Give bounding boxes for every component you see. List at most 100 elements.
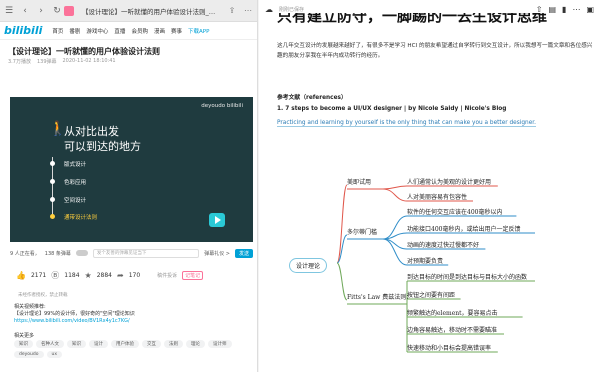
tag[interactable]: ux	[46, 351, 63, 358]
mindmap-connector	[382, 185, 408, 190]
mindmap-leaf[interactable]: 对预期要负责	[407, 256, 443, 265]
nav-item-esports[interactable]: 赛事	[171, 27, 182, 35]
browser-window: ☰ ‹ › ↻ 【设计理论】一听就懂的用户体验设计法则_哔哩哔哩 (... ⇪ …	[0, 0, 258, 372]
report-link[interactable]: 稿件投诉	[157, 272, 177, 279]
tag[interactable]: deyoudo	[14, 351, 44, 358]
desc-line: 【设计理论】99%的设计师，很好奇的"空间"理论知识	[14, 311, 135, 317]
notes-window: 只有建立防守，一脚踢的一去生设计思维 ☁ 刚刚已保存 ⇧ ▤ ▮ ⋯ ▣ 这几年…	[259, 0, 600, 372]
save-status: 刚刚已保存	[279, 6, 305, 13]
step-dot	[50, 197, 55, 202]
player-brand: deyoudo bilibili	[201, 103, 243, 109]
back-icon[interactable]: ‹	[20, 6, 30, 16]
tag[interactable]: 设计师	[208, 340, 232, 348]
site-logo[interactable]: bilibili	[4, 24, 42, 37]
bilibili-tv-icon	[209, 213, 225, 227]
reference-title: 1. 7 steps to become a UI/UX designer | …	[277, 106, 507, 112]
tag[interactable]: 知识	[14, 340, 33, 348]
nav-item-manga[interactable]: 漫画	[154, 27, 165, 35]
tag[interactable]: 法则	[164, 340, 183, 348]
tag[interactable]: 理论	[186, 340, 205, 348]
step-label: 版式设计	[64, 162, 87, 168]
desc-link[interactable]: https://www.bilibili.com/video/BV1Rx4y1c…	[14, 318, 214, 325]
tag[interactable]: 交互	[142, 340, 161, 348]
menu-icon[interactable]: ☰	[4, 6, 14, 16]
coin-icon[interactable]: Ⓑ	[51, 270, 59, 281]
forward-icon[interactable]: ›	[36, 6, 46, 16]
view-count: 3.7万播放	[8, 59, 31, 65]
step-label: 色彩应用	[64, 180, 87, 186]
step-label-active: 通带设计法则	[64, 215, 98, 221]
share-arrow-icon[interactable]: ➦	[117, 271, 124, 280]
danmaku-toggle[interactable]	[75, 250, 88, 256]
danmaku-total: 138 条弹幕	[44, 250, 71, 257]
references-heading: 参考文献（references）	[277, 95, 347, 101]
step-dot-active	[50, 214, 55, 219]
mindmap-connector	[382, 238, 408, 250]
mindmap-connector	[382, 188, 408, 202]
mindmap-root[interactable]: 设计理论	[289, 258, 328, 273]
reference-quote: Practicing and learning by yourself is t…	[277, 120, 536, 127]
more-icon[interactable]: ⋯	[572, 5, 580, 14]
tag[interactable]: 用户体验	[111, 340, 139, 348]
favorite-count: 2884	[96, 272, 112, 279]
mindmap-leaf[interactable]: 功能接口400毫秒内，或给出用户一定反馈	[407, 224, 520, 233]
screen: ☰ ‹ › ↻ 【设计理论】一听就懂的用户体验设计法则_哔哩哔哩 (... ⇪ …	[0, 0, 600, 372]
danmaku-input[interactable]: 发个友善的弹幕见证当下	[92, 248, 200, 258]
bilibili-favicon-icon	[64, 6, 74, 16]
mindmap-leaf[interactable]: 动画的速度过快过慢都不好	[407, 240, 479, 249]
mindmap-leaf[interactable]: 人们通常认为美观的设计更好用	[407, 177, 491, 186]
refresh-icon[interactable]: ↻	[52, 6, 62, 16]
mindmap-branch[interactable]: 多尔蒂门槛	[347, 227, 377, 236]
mindmap-leaf[interactable]: 按钮之间要有间距	[407, 290, 455, 299]
nav-item-home[interactable]: 首页	[52, 27, 63, 35]
video-title: 【设计理论】一听就懂的用户体验设计法则	[8, 47, 160, 56]
mindmap-leaf[interactable]: 快速移动和小目标会提高错误率	[407, 343, 491, 352]
step-dot	[50, 161, 55, 166]
cloud-icon: ☁	[265, 4, 273, 14]
mindmap-branch[interactable]: Fitts's Law 费兹法则：	[347, 292, 412, 301]
note-button[interactable]: 记笔记	[182, 271, 204, 280]
mindmap-connector	[336, 262, 348, 301]
mindmap-branch[interactable]: 美即试用	[347, 177, 371, 186]
slide-title-line1: 从对比出发	[64, 125, 119, 138]
note-paragraph: 这几年交互设计的发展越来越好了，有很多不是学习 HCI 的朋友希望通过自学转行到…	[277, 43, 593, 59]
mindmap-leaf[interactable]: 到达目标的时间是到达目标与目标大小的函数	[407, 272, 527, 281]
nav-item-shop[interactable]: 会员购	[131, 27, 148, 35]
tag[interactable]: 名种人文	[36, 340, 64, 348]
tab-title[interactable]: 【设计理论】一听就懂的用户体验设计法则_哔哩哔哩 (...	[82, 6, 221, 16]
video-description: 相关视频推荐: 【设计理论】99%的设计师，很好奇的"空间"理论知识 https…	[14, 304, 214, 325]
danmaku-count: 139弹幕	[36, 59, 57, 65]
like-count: 2171	[30, 272, 47, 279]
tag-list: 知识 名种人文 知识 设计 用户体验 交互 法则 理论 设计师 deyoudo …	[14, 340, 254, 358]
mindmap-leaf[interactable]: 软件的任何交互应该在400毫秒以内	[407, 207, 502, 216]
window-icon[interactable]: ▣	[586, 5, 594, 14]
step-label: 空间设计	[64, 198, 87, 204]
star-icon[interactable]: ★	[85, 271, 92, 280]
more-icon[interactable]: ⋯	[243, 6, 253, 15]
nav-item-live[interactable]: 直播	[114, 27, 125, 35]
publish-date: 2020-11-02 18:10:41	[62, 58, 116, 64]
video-player[interactable]: deyoudo bilibili 🚶 从对比出发 可以到达的地方 版式设计 色彩…	[10, 97, 253, 242]
danmaku-etiquette-link[interactable]: 弹幕礼仪 >	[204, 250, 230, 257]
nav-item-download-app[interactable]: 下载APP	[188, 27, 209, 35]
viewer-count: 9 人正在看，	[10, 250, 40, 257]
slide-title-line2: 可以到达的地方	[64, 140, 141, 153]
share-count: 170	[128, 272, 141, 279]
copyright-notice: 未经作者授权，禁止转载	[18, 293, 68, 298]
send-button[interactable]: 发送	[234, 248, 253, 258]
tag[interactable]: 设计	[89, 340, 108, 348]
tag[interactable]: 知识	[67, 340, 86, 348]
danmaku-bar: 9 人正在看， 138 条弹幕 发个友善的弹幕见证当下 弹幕礼仪 > 发送	[10, 245, 253, 261]
mindmap-leaf[interactable]: 边角容易触达，移动时不需要瞄准	[407, 325, 497, 334]
bookmark-icon[interactable]: ▮	[562, 5, 566, 14]
document-icon[interactable]: ▤	[548, 5, 556, 14]
thumbs-up-icon[interactable]: 👍	[16, 271, 26, 280]
video-actions: 👍 2171 Ⓑ 1184 ★ 2884 ➦ 170 稿件投诉 记笔记	[16, 270, 256, 281]
mindmap-connector	[382, 238, 408, 266]
mindmap-leaf[interactable]: 人对美丽容易有包容性	[407, 192, 467, 201]
mindmap-leaf[interactable]: 频繁触达的element，要容易点击	[407, 308, 498, 317]
nav-item-anime[interactable]: 番剧	[69, 27, 80, 35]
share-page-icon[interactable]: ⇪	[227, 6, 237, 15]
nav-item-games[interactable]: 游戏中心	[86, 27, 108, 35]
upload-icon[interactable]: ⇧	[536, 5, 543, 14]
